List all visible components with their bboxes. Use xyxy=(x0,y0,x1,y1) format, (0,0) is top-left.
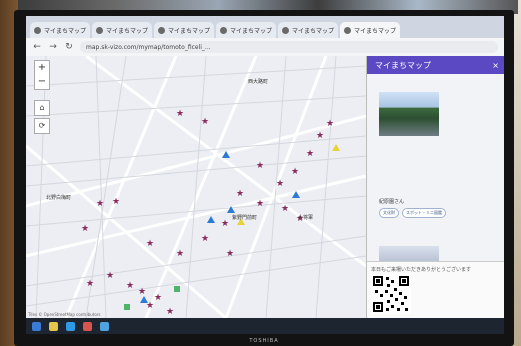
address-bar: ← → ↻ map.sk-vizo.com/mymap/tomoto_ficel… xyxy=(26,38,504,56)
taskbar xyxy=(26,318,504,334)
spot-marker-icon: ★ xyxy=(326,119,334,129)
feedback-box: 本日もご来場いただきありがとうございます xyxy=(367,261,504,318)
spot-marker-icon: ★ xyxy=(81,224,89,234)
app-icon[interactable] xyxy=(83,321,92,331)
green-marker-icon xyxy=(174,286,180,292)
spot-marker-icon: ★ xyxy=(221,219,229,229)
close-icon[interactable]: × xyxy=(492,61,499,70)
spot-marker-icon: ★ xyxy=(176,249,184,259)
map-view[interactable]: ★ ★ ★ ★ ★ ★ ★ ★ ★ ★ ★ ★ ★ ★ ★ ★ ★ ★ ★ ★ … xyxy=(26,56,366,318)
refresh-icon[interactable]: ⟳ xyxy=(34,118,50,134)
spot-photo[interactable] xyxy=(379,92,439,136)
zoom-control: + − xyxy=(34,60,50,90)
panel-title: マイまちマップ xyxy=(375,60,431,70)
site-icon xyxy=(96,26,103,34)
monitor: マイまちマップ× マイまちマップ× マイまちマップ× マイまちマップ× マイまち… xyxy=(14,10,514,346)
close-icon[interactable]: × xyxy=(275,27,276,34)
map-place-label: 大将軍 xyxy=(298,215,314,221)
browser-tab-bar: マイまちマップ× マイまちマップ× マイまちマップ× マイまちマップ× マイまち… xyxy=(26,16,504,38)
spot-marker-icon: ★ xyxy=(256,199,264,209)
spot-marker-icon: ★ xyxy=(291,167,299,177)
browser-tab[interactable]: マイまちマップ× xyxy=(154,22,214,38)
monitor-brand: TOSHIBA xyxy=(249,338,279,344)
edge-icon[interactable] xyxy=(66,321,75,331)
spot-marker-icon: ★ xyxy=(316,131,324,141)
spot-marker-icon: ★ xyxy=(166,307,174,317)
close-icon[interactable]: × xyxy=(151,27,152,34)
spot-marker-icon: ★ xyxy=(306,149,314,159)
site-icon xyxy=(34,26,41,34)
site-icon xyxy=(344,26,351,34)
zoom-out-button[interactable]: − xyxy=(35,75,49,89)
spot-marker-icon: ★ xyxy=(146,239,154,249)
browser-tab-active[interactable]: マイまちマップ× xyxy=(340,22,400,38)
spot-marker-icon: ★ xyxy=(154,293,162,303)
spot-marker-icon: ★ xyxy=(281,204,289,214)
tag-chip[interactable]: 文化財 xyxy=(379,208,399,218)
spot-marker-icon: ★ xyxy=(201,117,209,127)
spot-marker-icon: ★ xyxy=(86,279,94,289)
spot-marker-icon: ★ xyxy=(256,161,264,171)
spot-marker-icon: ★ xyxy=(276,179,284,189)
site-icon xyxy=(158,26,165,34)
zoom-in-button[interactable]: + xyxy=(35,61,49,75)
side-panel: マイまちマップ × 紀原園さん 文化財 スポット・ミニ図鑑 本日もご来場いただき… xyxy=(366,56,504,318)
site-icon xyxy=(282,26,289,34)
spot-marker-icon: ★ xyxy=(176,109,184,119)
qr-code xyxy=(371,274,411,314)
map-attribution: Tiles © OpenStreetMap contributors xyxy=(28,312,101,317)
green-marker-icon xyxy=(124,304,130,310)
browser-tab[interactable]: マイまちマップ× xyxy=(278,22,338,38)
spot-marker-icon: ★ xyxy=(106,271,114,281)
browser-tab[interactable]: マイまちマップ× xyxy=(216,22,276,38)
map-place-label: 紫野門前町 xyxy=(232,215,258,221)
spot-marker-icon: ★ xyxy=(201,234,209,244)
close-icon[interactable]: × xyxy=(89,27,90,34)
spot-marker-icon: ★ xyxy=(226,249,234,259)
reload-icon[interactable]: ↻ xyxy=(64,42,74,52)
map-place-label: 北野白梅町 xyxy=(46,195,72,201)
spot-marker-icon: ★ xyxy=(112,197,120,207)
spot-tags: 文化財 スポット・ミニ図鑑 xyxy=(379,208,446,218)
close-icon[interactable]: × xyxy=(399,27,400,34)
spot-marker-icon: ★ xyxy=(96,199,104,209)
panel-header: マイまちマップ × xyxy=(367,56,504,74)
site-icon xyxy=(220,26,227,34)
spot-marker-icon: ★ xyxy=(126,281,134,291)
close-icon[interactable]: × xyxy=(337,27,338,34)
browser-icon[interactable] xyxy=(100,321,109,331)
start-icon[interactable] xyxy=(32,321,41,331)
feedback-text: 本日もご来場いただきありがとうございます xyxy=(371,267,472,273)
browser-tab[interactable]: マイまちマップ× xyxy=(92,22,152,38)
close-icon[interactable]: × xyxy=(213,27,214,34)
browser-tab[interactable]: マイまちマップ× xyxy=(30,22,90,38)
home-icon[interactable]: ⌂ xyxy=(34,100,50,116)
back-arrow-icon[interactable]: ← xyxy=(32,42,42,52)
spot-marker-icon: ★ xyxy=(236,189,244,199)
spot-marker-icon: ★ xyxy=(138,287,146,297)
folder-icon[interactable] xyxy=(49,321,58,331)
map-place-label: 西大路町 xyxy=(248,79,269,85)
tag-chip[interactable]: スポット・ミニ図鑑 xyxy=(402,208,446,218)
spot-name: 紀原園さん xyxy=(379,199,405,205)
map-streets: ★ ★ ★ ★ ★ ★ ★ ★ ★ ★ ★ ★ ★ ★ ★ ★ ★ ★ ★ ★ … xyxy=(26,56,366,318)
url-field[interactable]: map.sk-vizo.com/mymap/tomoto_ficeli_... xyxy=(80,41,498,53)
monitor-screen: マイまちマップ× マイまちマップ× マイまちマップ× マイまちマップ× マイまち… xyxy=(26,16,504,334)
forward-arrow-icon[interactable]: → xyxy=(48,42,58,52)
